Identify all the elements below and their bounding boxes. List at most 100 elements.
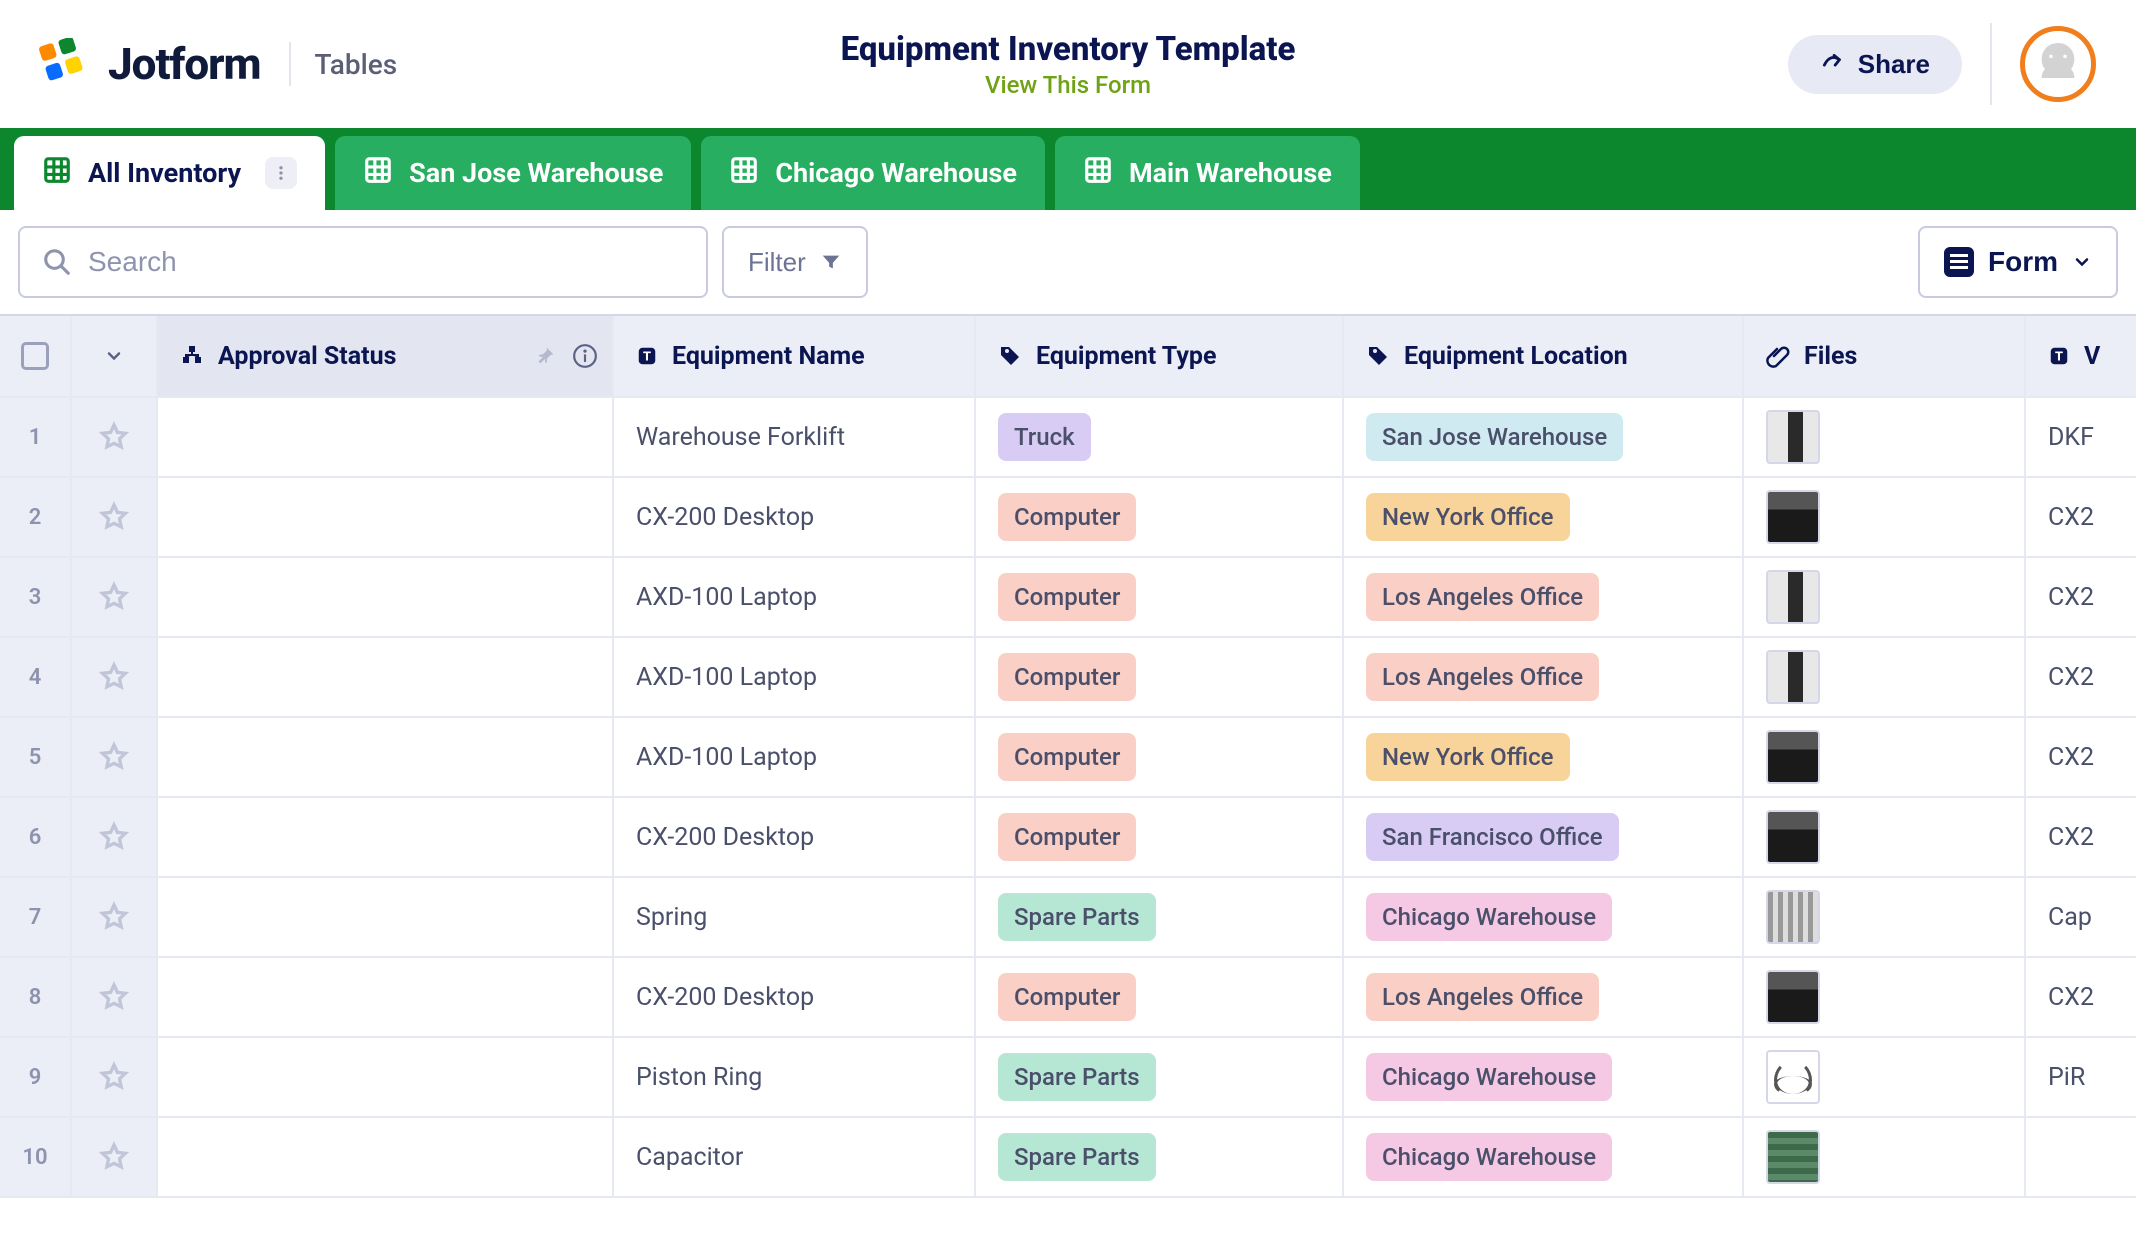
cell-approval[interactable] [158, 718, 614, 796]
cell-approval[interactable] [158, 798, 614, 876]
cell-location[interactable]: New York Office [1344, 718, 1744, 796]
cell-name[interactable]: AXD-100 Laptop [614, 558, 976, 636]
cell-location[interactable]: San Francisco Office [1344, 798, 1744, 876]
cell-type[interactable]: Computer [976, 558, 1344, 636]
tab-san-jose-warehouse[interactable]: San Jose Warehouse [335, 136, 691, 210]
star-icon[interactable] [98, 661, 130, 693]
table-row[interactable]: 4AXD-100 LaptopComputerLos Angeles Offic… [0, 638, 2136, 718]
cell-location[interactable]: San Jose Warehouse [1344, 398, 1744, 476]
cell-files[interactable] [1744, 1118, 2026, 1196]
cell-files[interactable] [1744, 478, 2026, 556]
cell-type[interactable]: Computer [976, 958, 1344, 1036]
cell-name[interactable]: AXD-100 Laptop [614, 718, 976, 796]
table-row[interactable]: 1Warehouse ForkliftTruckSan Jose Warehou… [0, 398, 2136, 478]
cell-name[interactable]: AXD-100 Laptop [614, 638, 976, 716]
star-icon[interactable] [98, 981, 130, 1013]
cell-vendor[interactable]: CX2 [2026, 638, 2134, 716]
cell-files[interactable] [1744, 558, 2026, 636]
row-star[interactable] [72, 1038, 158, 1116]
star-icon[interactable] [98, 901, 130, 933]
star-icon[interactable] [98, 581, 130, 613]
pin-icon[interactable] [534, 345, 556, 367]
avatar[interactable] [2020, 26, 2096, 102]
cell-type[interactable]: Spare Parts [976, 1118, 1344, 1196]
cell-location[interactable]: New York Office [1344, 478, 1744, 556]
cell-files[interactable] [1744, 638, 2026, 716]
cell-approval[interactable] [158, 478, 614, 556]
star-icon[interactable] [98, 1141, 130, 1173]
row-star[interactable] [72, 558, 158, 636]
cell-approval[interactable] [158, 558, 614, 636]
cell-vendor[interactable]: DKF [2026, 398, 2134, 476]
table-row[interactable]: 7SpringSpare PartsChicago WarehouseCap [0, 878, 2136, 958]
tab-all-inventory[interactable]: All Inventory [14, 136, 325, 210]
file-thumbnail[interactable] [1766, 410, 1820, 464]
cell-type[interactable]: Computer [976, 638, 1344, 716]
view-form-link[interactable]: View This Form [841, 71, 1296, 99]
cell-files[interactable] [1744, 398, 2026, 476]
cell-location[interactable]: Los Angeles Office [1344, 638, 1744, 716]
file-thumbnail[interactable] [1766, 1050, 1820, 1104]
cell-approval[interactable] [158, 958, 614, 1036]
tab-main-warehouse[interactable]: Main Warehouse [1055, 136, 1360, 210]
cell-location[interactable]: Los Angeles Office [1344, 958, 1744, 1036]
cell-vendor[interactable] [2026, 1118, 2134, 1196]
cell-files[interactable] [1744, 878, 2026, 956]
expand-all-cell[interactable] [72, 316, 158, 396]
file-thumbnail[interactable] [1766, 570, 1820, 624]
share-button[interactable]: Share [1788, 35, 1962, 94]
row-star[interactable] [72, 398, 158, 476]
table-row[interactable]: 10CapacitorSpare PartsChicago Warehouse [0, 1118, 2136, 1198]
cell-vendor[interactable]: CX2 [2026, 958, 2134, 1036]
cell-name[interactable]: Warehouse Forklift [614, 398, 976, 476]
star-icon[interactable] [98, 1061, 130, 1093]
cell-vendor[interactable]: CX2 [2026, 478, 2134, 556]
cell-type[interactable]: Computer [976, 478, 1344, 556]
cell-approval[interactable] [158, 1038, 614, 1116]
cell-type[interactable]: Truck [976, 398, 1344, 476]
table-row[interactable]: 8CX-200 DesktopComputerLos Angeles Offic… [0, 958, 2136, 1038]
cell-vendor[interactable]: CX2 [2026, 798, 2134, 876]
row-star[interactable] [72, 958, 158, 1036]
column-header-files[interactable]: Files [1744, 316, 2026, 396]
table-row[interactable]: 3AXD-100 LaptopComputerLos Angeles Offic… [0, 558, 2136, 638]
file-thumbnail[interactable] [1766, 970, 1820, 1024]
table-row[interactable]: 6CX-200 DesktopComputerSan Francisco Off… [0, 798, 2136, 878]
cell-name[interactable]: Piston Ring [614, 1038, 976, 1116]
star-icon[interactable] [98, 741, 130, 773]
cell-type[interactable]: Computer [976, 798, 1344, 876]
cell-vendor[interactable]: Cap [2026, 878, 2134, 956]
cell-location[interactable]: Chicago Warehouse [1344, 878, 1744, 956]
search-input[interactable] [88, 246, 684, 278]
row-star[interactable] [72, 638, 158, 716]
cell-vendor[interactable]: PiR [2026, 1038, 2134, 1116]
column-header-vendor[interactable]: T V [2026, 316, 2134, 396]
cell-name[interactable]: Capacitor [614, 1118, 976, 1196]
column-header-type[interactable]: Equipment Type [976, 316, 1344, 396]
file-thumbnail[interactable] [1766, 810, 1820, 864]
star-icon[interactable] [98, 821, 130, 853]
cell-approval[interactable] [158, 638, 614, 716]
cell-files[interactable] [1744, 718, 2026, 796]
cell-location[interactable]: Chicago Warehouse [1344, 1118, 1744, 1196]
column-header-approval[interactable]: Approval Status [158, 316, 614, 396]
cell-approval[interactable] [158, 1118, 614, 1196]
table-row[interactable]: 9Piston RingSpare PartsChicago Warehouse… [0, 1038, 2136, 1118]
row-star[interactable] [72, 878, 158, 956]
column-header-location[interactable]: Equipment Location [1344, 316, 1744, 396]
info-icon[interactable] [572, 343, 598, 369]
filter-button[interactable]: Filter [722, 226, 868, 298]
file-thumbnail[interactable] [1766, 490, 1820, 544]
file-thumbnail[interactable] [1766, 730, 1820, 784]
cell-name[interactable]: CX-200 Desktop [614, 478, 976, 556]
cell-location[interactable]: Los Angeles Office [1344, 558, 1744, 636]
cell-files[interactable] [1744, 1038, 2026, 1116]
cell-files[interactable] [1744, 958, 2026, 1036]
cell-type[interactable]: Computer [976, 718, 1344, 796]
cell-location[interactable]: Chicago Warehouse [1344, 1038, 1744, 1116]
cell-type[interactable]: Spare Parts [976, 1038, 1344, 1116]
table-row[interactable]: 5AXD-100 LaptopComputerNew York OfficeCX… [0, 718, 2136, 798]
cell-approval[interactable] [158, 878, 614, 956]
cell-name[interactable]: Spring [614, 878, 976, 956]
table-row[interactable]: 2CX-200 DesktopComputerNew York OfficeCX… [0, 478, 2136, 558]
